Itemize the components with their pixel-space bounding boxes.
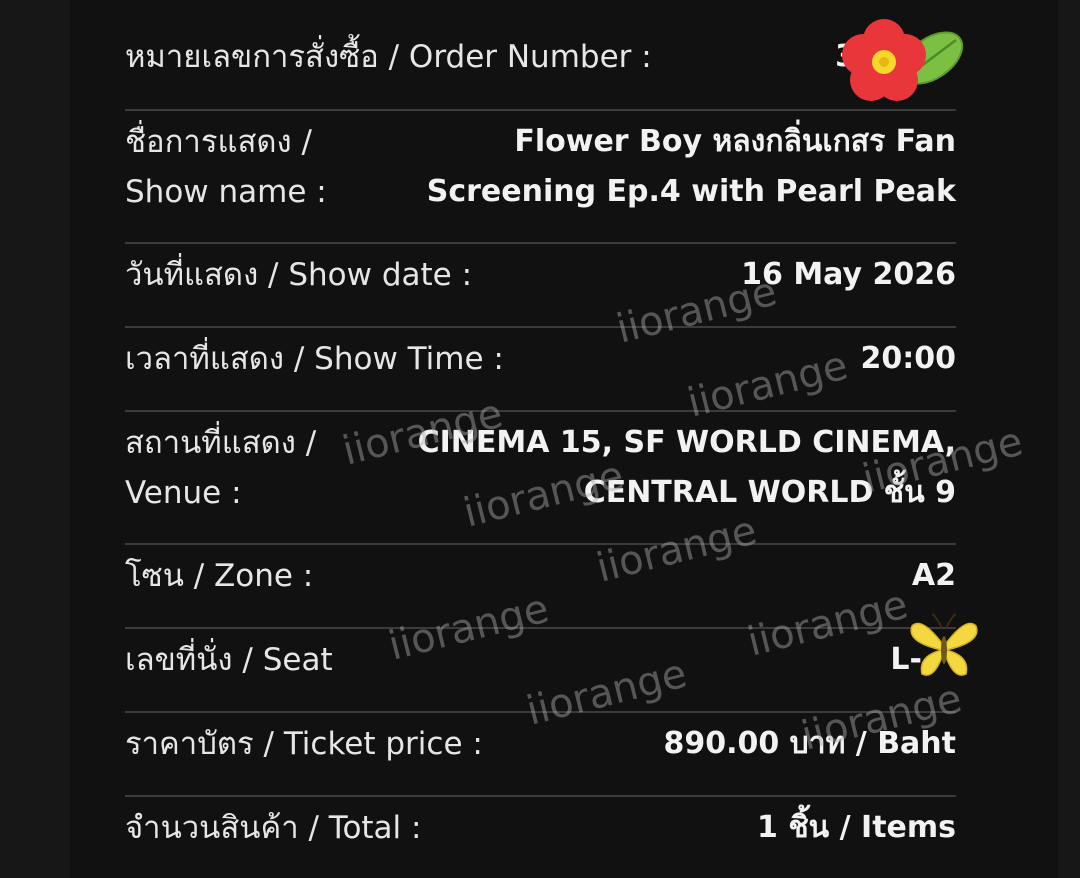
flower-sticker-icon <box>842 19 964 101</box>
seat-row: เลขที่นั่ง / Seat L- <box>125 629 956 713</box>
total-row: จำนวนสินค้า / Total : 1 ชิ้น / Items <box>125 797 956 878</box>
ticket-price-row: ราคาบัตร / Ticket price : 890.00 บาท / B… <box>125 713 956 797</box>
venue-row: สถานที่แสดง / Venue : CINEMA 15, SF WORL… <box>125 412 956 545</box>
venue-value: CINEMA 15, SF WORLD CINEMA, CENTRAL WORL… <box>417 425 956 510</box>
show-time-value: 20:00 <box>860 341 957 376</box>
show-name-value: Flower Boy หลงกลิ่นเกสร Fan Screening Ep… <box>426 124 956 209</box>
zone-label: โซน / Zone : <box>125 558 314 594</box>
show-time-label: เวลาที่แสดง / Show Time : <box>125 341 504 377</box>
butterfly-sticker-icon <box>910 613 978 676</box>
total-value: 1 ชิ้น / Items <box>757 810 956 845</box>
show-time-row: เวลาที่แสดง / Show Time : 20:00 <box>125 328 956 412</box>
venue-label: สถานที่แสดง / Venue : <box>125 425 317 511</box>
order-detail-list: หมายเลขการสั่งซื้อ / Order Number : 3 ชื… <box>125 26 956 878</box>
show-name-row: ชื่อการแสดง / Show name : Flower Boy หลง… <box>125 111 956 244</box>
seat-label: เลขที่นั่ง / Seat <box>125 642 333 678</box>
order-number-label: หมายเลขการสั่งซื้อ / Order Number : <box>125 39 652 75</box>
show-date-row: วันที่แสดง / Show date : 16 May 2026 <box>125 244 956 328</box>
zone-value: A2 <box>911 558 956 593</box>
show-date-value: 16 May 2026 <box>741 257 956 292</box>
ticket-price-label: ราคาบัตร / Ticket price : <box>125 726 483 762</box>
zone-row: โซน / Zone : A2 <box>125 545 956 629</box>
show-date-label: วันที่แสดง / Show date : <box>125 257 473 293</box>
show-name-label: ชื่อการแสดง / Show name : <box>125 124 327 210</box>
total-label: จำนวนสินค้า / Total : <box>125 810 422 846</box>
ticket-price-value: 890.00 บาท / Baht <box>663 726 956 761</box>
